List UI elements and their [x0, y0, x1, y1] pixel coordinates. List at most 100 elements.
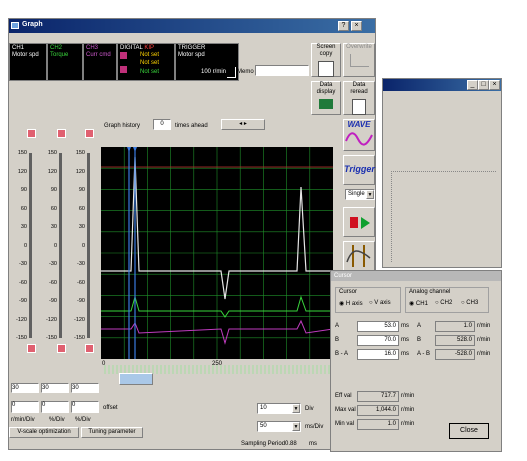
wave-button[interactable]: WAVE — [343, 119, 375, 151]
history-input[interactable]: 0 — [153, 119, 171, 130]
channel-id: CH3 — [86, 45, 99, 51]
memo-label: Memo — [237, 69, 254, 75]
tab-vscale[interactable]: V-scale optimization — [9, 427, 79, 438]
window-help-button[interactable]: ? — [338, 21, 349, 31]
screen-copy-button[interactable]: Screen copy — [311, 43, 341, 77]
cursor-row-label: B - A — [335, 351, 348, 357]
ch2-offset-input[interactable]: 0 — [41, 401, 69, 413]
window-close-button[interactable]: × — [351, 21, 362, 31]
document-icon — [352, 99, 366, 115]
scale-tick-label: 90 — [50, 187, 57, 193]
scale-down-button-ch1[interactable] — [27, 344, 36, 353]
scale-up-button-ch3[interactable] — [85, 129, 94, 138]
tab-tuning[interactable]: Tuning parameter — [81, 427, 143, 438]
ch3-scale-select[interactable]: 30 — [71, 383, 99, 393]
chevron-down-icon[interactable]: ▼ — [292, 404, 300, 413]
analog-ch1-radio[interactable]: ◉ CH1 — [409, 300, 428, 307]
scale-up-button-ch2[interactable] — [57, 129, 66, 138]
channel-box-ch2[interactable]: CH2 Torque — [47, 43, 83, 81]
background-minimize-button[interactable]: _ — [467, 80, 478, 90]
background-close-button[interactable]: × — [489, 80, 500, 90]
chevron-down-icon[interactable]: ▼ — [366, 190, 374, 199]
cursor-amplitude-field: 1.0 — [435, 321, 475, 332]
history-value: 0 — [160, 121, 164, 127]
history-spinner[interactable]: ◂ ▸ — [221, 119, 265, 130]
data-display-button[interactable]: Data display — [311, 81, 341, 115]
overwrite-icon — [349, 54, 369, 67]
cursor-time-field[interactable]: 53.0 — [357, 321, 399, 332]
v-axis-radio[interactable]: ○ V axis — [369, 300, 391, 306]
channel-box-ch1[interactable]: CH1 Motor spd — [9, 43, 47, 81]
folder-icon — [319, 99, 333, 109]
scale-tick-label: -150 — [45, 335, 57, 341]
analog-ch3-radio[interactable]: ○ CH3 — [461, 300, 478, 306]
ms-select[interactable]: 50 ▼ — [257, 421, 301, 432]
scale-tick-label: 60 — [20, 205, 27, 212]
memo-input[interactable] — [255, 65, 309, 76]
row-value-2: -528.0 — [454, 351, 472, 357]
cursor-time-field[interactable]: 16.0 — [357, 349, 399, 360]
ch1-offset-value: 0 — [12, 402, 16, 408]
scale-tick-label: 150 — [75, 150, 85, 156]
analog-ch2-radio[interactable]: ○ CH2 — [435, 300, 452, 306]
cursor-panel-title: Cursor — [334, 273, 353, 279]
h-axis-radio[interactable]: ◉ H axis — [339, 300, 363, 307]
stat-value: 1,044.0 — [357, 405, 399, 416]
div-label: Div — [305, 406, 314, 412]
channel-box-ch3[interactable]: CH3 Curr cmd — [83, 43, 117, 81]
ch2-scale-select[interactable]: 30 — [41, 383, 69, 393]
trigger-box[interactable]: TRIGGER Motor spd 100 r/min — [175, 43, 239, 81]
scale-tick-label: -90 — [19, 298, 27, 304]
window-title: Graph — [22, 21, 43, 28]
ch3-unit: %/Div — [75, 417, 91, 423]
mode-select[interactable]: Single ▼ — [345, 189, 375, 200]
cursor-time-field[interactable]: 70.0 — [357, 335, 399, 346]
scale-up-button-ch1[interactable] — [27, 129, 36, 138]
stat-label: Eff val — [335, 393, 352, 399]
ch1-scale-select[interactable]: 30 — [11, 383, 39, 393]
window-titlebar[interactable]: Graph — [9, 19, 375, 33]
row-label-2: A — [417, 323, 422, 329]
cursor-row-label-2: B — [417, 337, 421, 343]
scale-track-ch3[interactable] — [87, 153, 90, 338]
cursor-amplitude-unit: r/min — [477, 351, 490, 357]
background-maximize-button[interactable]: □ — [478, 80, 489, 90]
channel-label: Curr cmd — [86, 52, 111, 58]
scale-down-button-ch3[interactable] — [85, 344, 94, 353]
row-label: B — [335, 337, 340, 343]
ch3-scale-value: 30 — [72, 385, 79, 391]
run-stop-button[interactable] — [343, 207, 375, 237]
printer-icon — [318, 61, 334, 77]
scale-tick-label: 90 — [78, 187, 85, 193]
scale-tick-label: -60 — [49, 279, 57, 286]
trigger-value: 100 r/min — [200, 69, 226, 75]
mode-value: Single — [348, 191, 365, 197]
row-unit: ms — [401, 351, 409, 357]
digital-row: Not set — [140, 69, 160, 75]
scale-down-button-ch2[interactable] — [57, 344, 66, 353]
wave-label: WAVE — [347, 120, 371, 129]
scroll-thumb[interactable] — [119, 373, 153, 385]
cursor-panel-titlebar[interactable]: Cursor — [331, 271, 501, 281]
chevron-down-icon[interactable]: ▼ — [292, 422, 300, 431]
trigger-button[interactable]: Trigger — [343, 155, 375, 185]
stop-icon — [350, 217, 358, 228]
close-button[interactable]: Close — [449, 423, 489, 439]
sampling-label: Sampling Period — [241, 441, 286, 447]
row-label-2: A - B — [417, 351, 431, 357]
div-select[interactable]: 10 ▼ — [257, 403, 301, 414]
row-value-2: 528.0 — [456, 337, 472, 343]
ch1-offset-input[interactable]: 0 — [11, 401, 39, 413]
overwrite-button[interactable]: Overwrite — [343, 43, 375, 77]
data-reread-button[interactable]: Data reread — [343, 81, 375, 115]
digital-box[interactable]: DIGITAL KIP Not set Not set Not set — [117, 43, 175, 81]
ch3-offset-input[interactable]: 0 — [71, 401, 99, 413]
waveform-plot[interactable] — [101, 147, 333, 359]
digital-row: Not set — [140, 52, 160, 58]
scale-tick-label: 30 — [20, 224, 27, 230]
scale-track-ch2[interactable] — [59, 153, 62, 338]
cursor-tool-button[interactable] — [343, 241, 375, 271]
analog-ch2-label: CH2 — [440, 300, 453, 306]
sampling-value: 0.88 — [285, 441, 297, 447]
scale-track-ch1[interactable] — [29, 153, 32, 338]
